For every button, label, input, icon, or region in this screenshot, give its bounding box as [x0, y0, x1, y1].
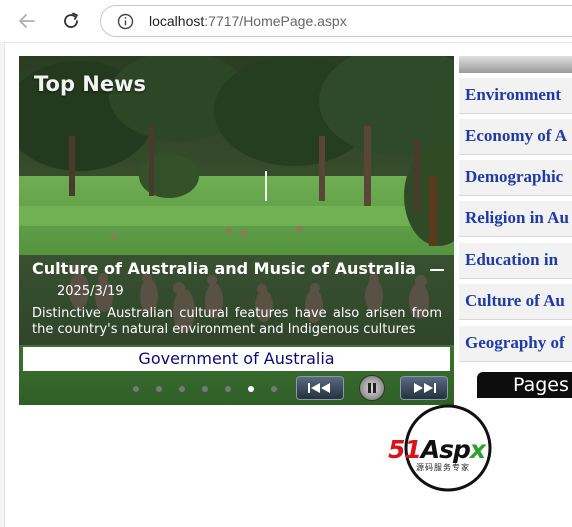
- topic-link[interactable]: Education in: [465, 250, 558, 270]
- minimize-icon[interactable]: [430, 269, 444, 271]
- topic-link[interactable]: Religion in Au: [465, 208, 569, 228]
- reload-icon: [64, 12, 78, 28]
- list-item[interactable]: Religion in Au: [459, 201, 572, 237]
- arrow-left-icon: [19, 14, 35, 28]
- reload-button[interactable]: [58, 8, 84, 34]
- slide-dots: [133, 383, 277, 395]
- pause-button[interactable]: [359, 375, 385, 401]
- pause-icon: [368, 383, 376, 393]
- topic-link[interactable]: Geography of: [465, 333, 565, 353]
- url-text[interactable]: localhost:7717/HomePage.aspx: [149, 13, 347, 29]
- topic-link[interactable]: Demographic: [465, 167, 563, 187]
- topic-link[interactable]: Environment: [465, 85, 561, 105]
- list-item[interactable]: Environment: [459, 78, 572, 114]
- url-path: :7717/HomePage.aspx: [204, 13, 347, 29]
- news-slider: Top News Culture of Australia and Music …: [19, 56, 454, 405]
- caption-description: Distinctive Australian cultural features…: [32, 306, 442, 337]
- brand-logo: 51Aspx 源码服务专家: [386, 402, 512, 494]
- topic-list: Environment Economy of A Demographic Rel…: [459, 56, 572, 366]
- slide-dot[interactable]: [156, 386, 162, 392]
- topic-list-header: [459, 56, 572, 73]
- info-icon[interactable]: [117, 13, 134, 30]
- slide-dot[interactable]: [202, 386, 208, 392]
- pages-button[interactable]: Pages: [477, 372, 572, 398]
- slide-dot[interactable]: [179, 386, 185, 392]
- browser-toolbar: localhost:7717/HomePage.aspx: [0, 0, 572, 42]
- list-item[interactable]: Demographic: [459, 160, 572, 196]
- logo-tagline: 源码服务专家: [416, 463, 470, 472]
- caption-title[interactable]: Culture of Australia and Music of Austra…: [32, 259, 416, 278]
- list-item[interactable]: Economy of A: [459, 119, 572, 155]
- slider-heading: Top News: [34, 72, 147, 96]
- url-host: localhost: [149, 13, 205, 29]
- slide-dot[interactable]: [133, 386, 139, 392]
- next-button[interactable]: [400, 376, 448, 400]
- back-button[interactable]: [14, 8, 40, 34]
- government-link[interactable]: Government of Australia: [23, 347, 450, 371]
- slide-dot-active[interactable]: [248, 386, 254, 392]
- list-item[interactable]: Education in: [459, 243, 572, 279]
- slide-dot[interactable]: [271, 386, 277, 392]
- list-item[interactable]: Culture of Au: [459, 284, 572, 320]
- topic-link[interactable]: Economy of A: [465, 126, 567, 146]
- pages-label: Pages: [513, 374, 569, 396]
- address-bar[interactable]: localhost:7717/HomePage.aspx: [100, 5, 572, 37]
- list-item[interactable]: Geography of: [459, 326, 572, 362]
- skip-forward-icon: [414, 383, 436, 393]
- slide-dot[interactable]: [225, 386, 231, 392]
- skip-back-icon: [308, 383, 330, 393]
- slide-caption: Culture of Australia and Music of Austra…: [19, 255, 454, 345]
- topic-link[interactable]: Culture of Au: [465, 291, 565, 311]
- caption-date: 2025/3/19: [57, 284, 124, 299]
- logo-wordmark: 51Aspx: [388, 435, 486, 464]
- previous-button[interactable]: [296, 376, 344, 400]
